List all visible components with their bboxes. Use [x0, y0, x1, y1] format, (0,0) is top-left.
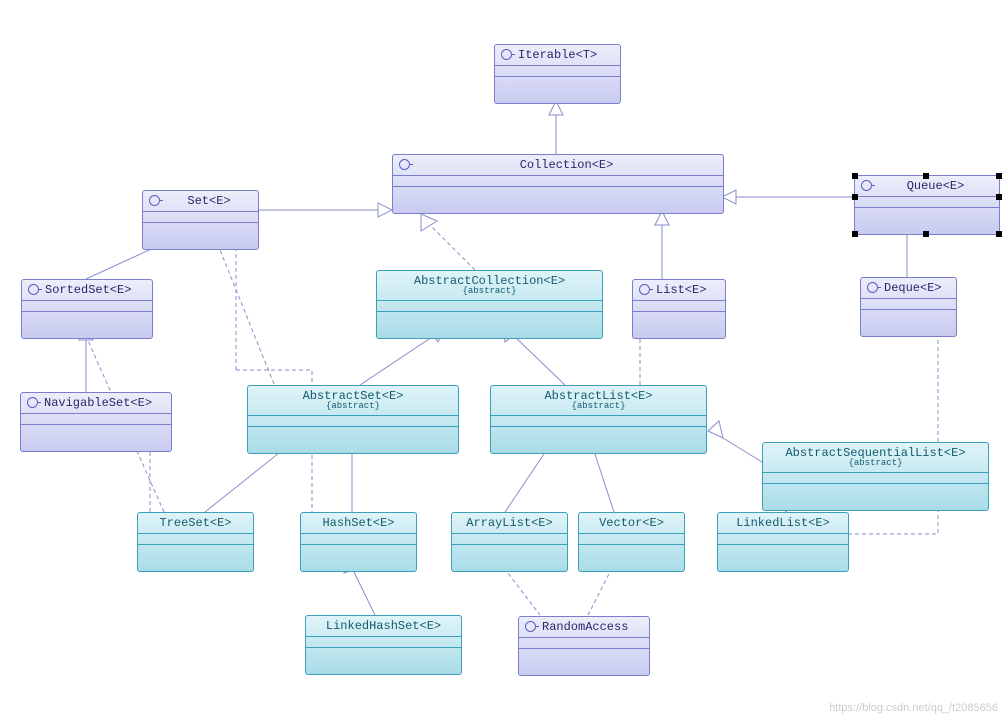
label: RandomAccess — [542, 620, 628, 634]
stereotype: {abstract} — [571, 402, 625, 411]
class-iterable[interactable]: Iterable<T> — [494, 44, 621, 104]
label: SortedSet<E> — [45, 283, 131, 297]
label: Collection<E> — [520, 158, 614, 172]
class-abstractsequentiallist[interactable]: AbstractSequentialList<E>{abstract} — [762, 442, 989, 511]
class-linkedhashset[interactable]: LinkedHashSet<E> — [305, 615, 462, 675]
class-linkedlist[interactable]: LinkedList<E> — [717, 512, 849, 572]
class-list[interactable]: List<E> — [632, 279, 726, 339]
stereotype: {abstract} — [462, 287, 516, 296]
interface-icon — [501, 49, 512, 60]
class-vector[interactable]: Vector<E> — [578, 512, 685, 572]
label: Vector<E> — [599, 516, 664, 530]
watermark: https://blog.csdn.net/qq_/t2085656 — [829, 702, 998, 714]
class-hashset[interactable]: HashSet<E> — [300, 512, 417, 572]
label: Iterable<T> — [518, 48, 597, 62]
class-set[interactable]: Set<E> — [142, 190, 259, 250]
uml-canvas: Iterable<T> Collection<E> Set<E> Queue<E… — [0, 0, 1008, 720]
label: Queue<E> — [907, 179, 965, 193]
interface-icon — [639, 284, 650, 295]
interface-icon — [861, 180, 872, 191]
label: Deque<E> — [884, 281, 942, 295]
label: NavigableSet<E> — [44, 396, 152, 410]
interface-icon — [525, 621, 536, 632]
label: LinkedHashSet<E> — [326, 619, 441, 633]
interface-icon — [399, 159, 410, 170]
interface-icon — [867, 282, 878, 293]
class-sortedset[interactable]: SortedSet<E> — [21, 279, 153, 339]
label: ArrayList<E> — [466, 516, 552, 530]
class-navigableset[interactable]: NavigableSet<E> — [20, 392, 172, 452]
class-deque[interactable]: Deque<E> — [860, 277, 957, 337]
stereotype: {abstract} — [326, 402, 380, 411]
interface-icon — [28, 284, 39, 295]
class-abstractlist[interactable]: AbstractList<E>{abstract} — [490, 385, 707, 454]
label: Set<E> — [187, 194, 230, 208]
interface-icon — [149, 195, 160, 206]
class-treeset[interactable]: TreeSet<E> — [137, 512, 254, 572]
stereotype: {abstract} — [848, 459, 902, 468]
class-queue[interactable]: Queue<E> — [854, 175, 1000, 235]
label: TreeSet<E> — [159, 516, 231, 530]
class-abstractcollection[interactable]: AbstractCollection<E>{abstract} — [376, 270, 603, 339]
label: HashSet<E> — [322, 516, 394, 530]
class-collection[interactable]: Collection<E> — [392, 154, 724, 214]
connectors — [0, 0, 1008, 720]
label: LinkedList<E> — [736, 516, 830, 530]
interface-icon — [27, 397, 38, 408]
class-abstractset[interactable]: AbstractSet<E>{abstract} — [247, 385, 459, 454]
label: List<E> — [656, 283, 706, 297]
class-randomaccess[interactable]: RandomAccess — [518, 616, 650, 676]
class-arraylist[interactable]: ArrayList<E> — [451, 512, 568, 572]
